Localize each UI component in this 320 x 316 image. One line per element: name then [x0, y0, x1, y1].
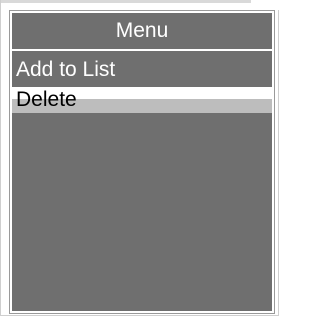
menu-item-delete[interactable]: Delete	[12, 87, 272, 113]
menu-title-divider	[12, 49, 272, 51]
context-menu: Menu Add to List Delete	[9, 10, 275, 314]
top-strip	[1, 0, 280, 10]
top-divider	[1, 0, 251, 3]
menu-title: Menu	[12, 13, 272, 49]
menu-list: Add to List Delete	[12, 53, 272, 113]
menu-item-add-to-list[interactable]: Add to List	[12, 53, 272, 87]
screen-frame: Menu Add to List Delete	[0, 0, 280, 316]
